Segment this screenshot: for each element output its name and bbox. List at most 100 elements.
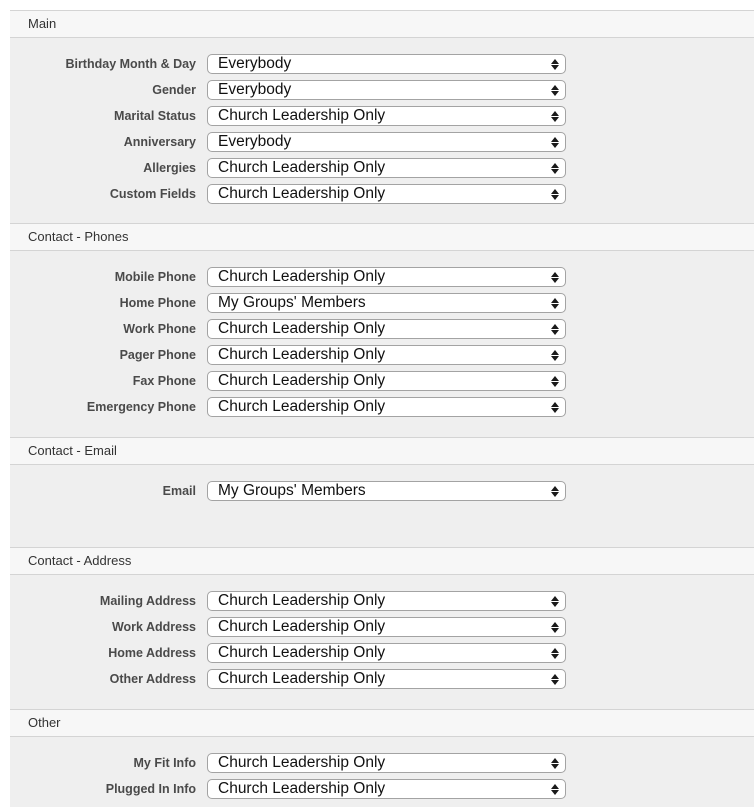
- home-phone-visibility-select[interactable]: My Groups' Members: [207, 293, 566, 313]
- up-down-arrows-icon: [551, 297, 559, 309]
- up-down-arrows-icon: [551, 110, 559, 122]
- field-label-pager-phone: Pager Phone: [119, 348, 196, 362]
- select-value: Everybody: [218, 81, 292, 98]
- select-value: My Groups' Members: [218, 294, 366, 311]
- field-row-work-address: Work Address Church Leadership Only: [10, 614, 754, 640]
- select-value: Church Leadership Only: [218, 644, 386, 661]
- field-label-work-address: Work Address: [111, 620, 196, 634]
- select-value: Church Leadership Only: [218, 372, 386, 389]
- mailing-address-visibility-select[interactable]: Church Leadership Only: [207, 591, 566, 611]
- plugged-in-info-visibility-select[interactable]: Church Leadership Only: [207, 779, 566, 799]
- field-label-email: Email: [162, 484, 196, 498]
- field-label-mailing-address: Mailing Address: [99, 594, 196, 608]
- field-row-work-phone: Work Phone Church Leadership Only: [10, 316, 754, 342]
- field-row-pager-phone: Pager Phone Church Leadership Only: [10, 342, 754, 368]
- field-row-fax-phone: Fax Phone Church Leadership Only: [10, 368, 754, 394]
- up-down-arrows-icon: [551, 647, 559, 659]
- field-row-home-address: Home Address Church Leadership Only: [10, 640, 754, 666]
- email-visibility-select[interactable]: My Groups' Members: [207, 481, 566, 501]
- mobile-phone-visibility-select[interactable]: Church Leadership Only: [207, 267, 566, 287]
- up-down-arrows-icon: [551, 401, 559, 413]
- privacy-settings-form: Main Birthday Month & Day Everybody Gend…: [10, 10, 754, 807]
- field-row-email: Email My Groups' Members: [10, 478, 754, 504]
- work-address-visibility-select[interactable]: Church Leadership Only: [207, 617, 566, 637]
- section-body-contact-email: Email My Groups' Members: [10, 465, 754, 547]
- field-label-other-address: Other Address: [109, 672, 196, 686]
- select-value: Everybody: [218, 55, 292, 72]
- field-label-emergency-phone: Emergency Phone: [86, 400, 196, 414]
- up-down-arrows-icon: [551, 188, 559, 200]
- section-contact-address: Contact - Address Mailing Address Church…: [10, 547, 754, 709]
- up-down-arrows-icon: [551, 58, 559, 70]
- field-row-gender: Gender Everybody: [10, 77, 754, 103]
- field-label-custom-fields: Custom Fields: [109, 187, 196, 201]
- select-value: Everybody: [218, 133, 292, 150]
- field-row-other-address: Other Address Church Leadership Only: [10, 666, 754, 692]
- field-label-allergies: Allergies: [143, 161, 196, 175]
- section-header-contact-email: Contact - Email: [10, 437, 754, 465]
- section-contact-phones: Contact - Phones Mobile Phone Church Lea…: [10, 223, 754, 437]
- select-value: Church Leadership Only: [218, 592, 386, 609]
- section-header-other: Other: [10, 709, 754, 737]
- section-contact-email: Contact - Email Email My Groups' Members: [10, 437, 754, 547]
- select-value: Church Leadership Only: [218, 670, 386, 687]
- emergency-phone-visibility-select[interactable]: Church Leadership Only: [207, 397, 566, 417]
- marital-status-visibility-select[interactable]: Church Leadership Only: [207, 106, 566, 126]
- field-row-marital-status: Marital Status Church Leadership Only: [10, 103, 754, 129]
- field-row-my-fit-info: My Fit Info Church Leadership Only: [10, 750, 754, 776]
- section-body-other: My Fit Info Church Leadership Only Plugg…: [10, 737, 754, 807]
- field-label-mobile-phone: Mobile Phone: [114, 270, 196, 284]
- field-label-birthday: Birthday Month & Day: [65, 57, 196, 71]
- section-main: Main Birthday Month & Day Everybody Gend…: [10, 10, 754, 223]
- home-address-visibility-select[interactable]: Church Leadership Only: [207, 643, 566, 663]
- select-value: Church Leadership Only: [218, 185, 386, 202]
- up-down-arrows-icon: [551, 136, 559, 148]
- section-header-contact-phones: Contact - Phones: [10, 223, 754, 251]
- up-down-arrows-icon: [551, 323, 559, 335]
- up-down-arrows-icon: [551, 783, 559, 795]
- up-down-arrows-icon: [551, 757, 559, 769]
- section-body-contact-address: Mailing Address Church Leadership Only W…: [10, 575, 754, 709]
- field-label-my-fit-info: My Fit Info: [133, 756, 197, 770]
- section-header-contact-address: Contact - Address: [10, 547, 754, 575]
- anniversary-visibility-select[interactable]: Everybody: [207, 132, 566, 152]
- up-down-arrows-icon: [551, 595, 559, 607]
- up-down-arrows-icon: [551, 621, 559, 633]
- up-down-arrows-icon: [551, 485, 559, 497]
- gender-visibility-select[interactable]: Everybody: [207, 80, 566, 100]
- select-value: Church Leadership Only: [218, 107, 386, 124]
- field-row-anniversary: Anniversary Everybody: [10, 129, 754, 155]
- field-row-home-phone: Home Phone My Groups' Members: [10, 290, 754, 316]
- up-down-arrows-icon: [551, 375, 559, 387]
- field-row-allergies: Allergies Church Leadership Only: [10, 155, 754, 181]
- my-fit-info-visibility-select[interactable]: Church Leadership Only: [207, 753, 566, 773]
- field-row-mailing-address: Mailing Address Church Leadership Only: [10, 588, 754, 614]
- field-label-home-address: Home Address: [108, 646, 196, 660]
- field-label-fax-phone: Fax Phone: [132, 374, 196, 388]
- birthday-visibility-select[interactable]: Everybody: [207, 54, 566, 74]
- custom-fields-visibility-select[interactable]: Church Leadership Only: [207, 184, 566, 204]
- field-label-anniversary: Anniversary: [123, 135, 196, 149]
- select-value: My Groups' Members: [218, 482, 366, 499]
- select-value: Church Leadership Only: [218, 320, 386, 337]
- other-address-visibility-select[interactable]: Church Leadership Only: [207, 669, 566, 689]
- section-header-main: Main: [10, 10, 754, 38]
- select-value: Church Leadership Only: [218, 398, 386, 415]
- field-row-mobile-phone: Mobile Phone Church Leadership Only: [10, 264, 754, 290]
- select-value: Church Leadership Only: [218, 159, 386, 176]
- select-value: Church Leadership Only: [218, 618, 386, 635]
- allergies-visibility-select[interactable]: Church Leadership Only: [207, 158, 566, 178]
- select-value: Church Leadership Only: [218, 268, 386, 285]
- up-down-arrows-icon: [551, 349, 559, 361]
- field-row-emergency-phone: Emergency Phone Church Leadership Only: [10, 394, 754, 420]
- pager-phone-visibility-select[interactable]: Church Leadership Only: [207, 345, 566, 365]
- section-body-contact-phones: Mobile Phone Church Leadership Only Home…: [10, 251, 754, 437]
- select-value: Church Leadership Only: [218, 754, 386, 771]
- fax-phone-visibility-select[interactable]: Church Leadership Only: [207, 371, 566, 391]
- field-label-home-phone: Home Phone: [119, 296, 196, 310]
- up-down-arrows-icon: [551, 673, 559, 685]
- up-down-arrows-icon: [551, 162, 559, 174]
- section-body-main: Birthday Month & Day Everybody Gender Ev…: [10, 38, 754, 223]
- field-row-birthday: Birthday Month & Day Everybody: [10, 51, 754, 77]
- work-phone-visibility-select[interactable]: Church Leadership Only: [207, 319, 566, 339]
